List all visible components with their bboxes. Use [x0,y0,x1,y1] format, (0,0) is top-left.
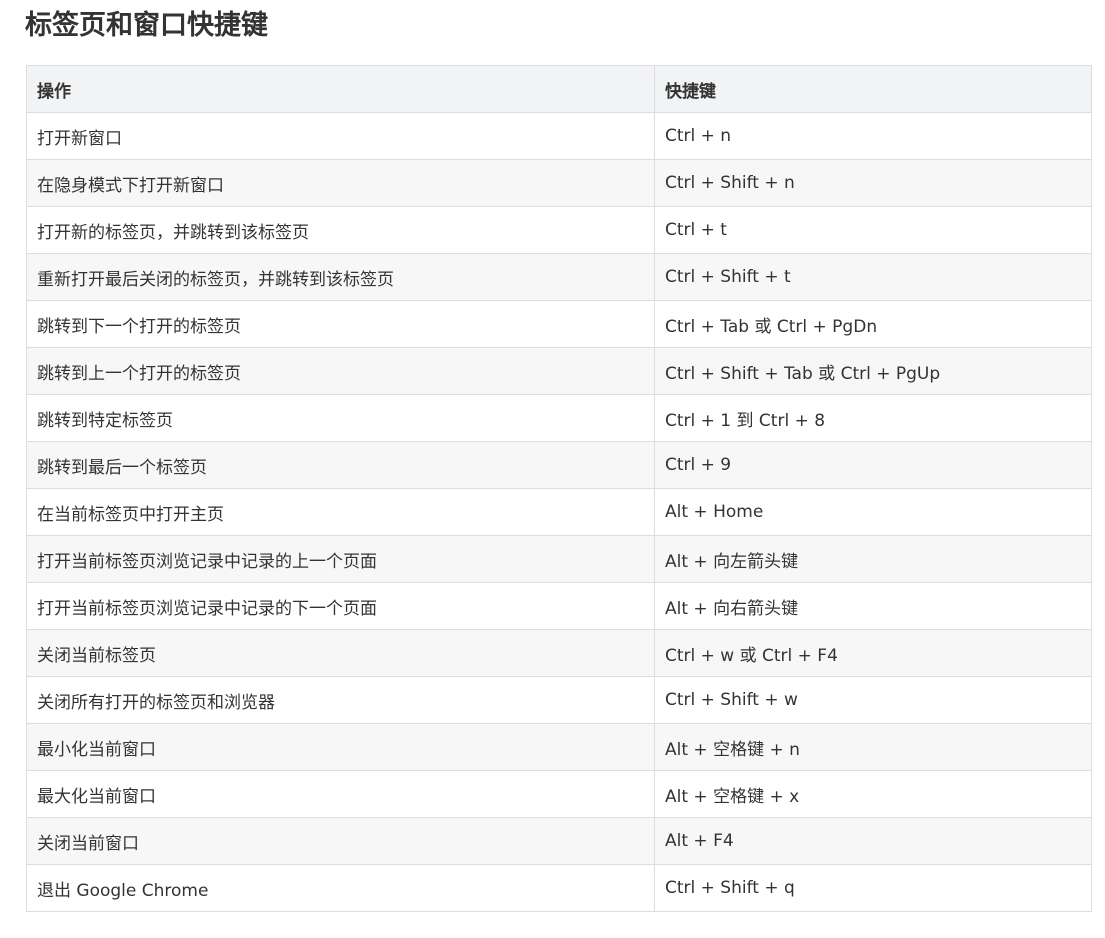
shortcut-cell: Ctrl + Shift + q [654,864,1092,912]
action-cell: 打开新窗口 [26,112,655,160]
shortcut-cell: Ctrl + Shift + t [654,253,1092,301]
shortcut-table: 操作 快捷键 打开新窗口 Ctrl + n 在隐身模式下打开新窗口 Ctrl +… [26,65,1092,912]
action-cell: 关闭当前标签页 [26,629,655,677]
table-row: 重新打开最后关闭的标签页，并跳转到该标签页 Ctrl + Shift + t [26,253,1092,301]
table-row: 跳转到特定标签页 Ctrl + 1 到 Ctrl + 8 [26,394,1092,442]
action-cell: 打开当前标签页浏览记录中记录的下一个页面 [26,582,655,630]
shortcut-cell: Alt + F4 [654,817,1092,865]
action-cell: 跳转到上一个打开的标签页 [26,347,655,395]
action-cell: 关闭所有打开的标签页和浏览器 [26,676,655,724]
action-cell: 最大化当前窗口 [26,770,655,818]
table-row: 关闭所有打开的标签页和浏览器 Ctrl + Shift + w [26,676,1092,724]
shortcut-cell: Ctrl + t [654,206,1092,254]
action-cell: 在隐身模式下打开新窗口 [26,159,655,207]
shortcut-cell: Ctrl + Tab 或 Ctrl + PgDn [654,300,1092,348]
shortcut-cell: Ctrl + 9 [654,441,1092,489]
table-header-row: 操作 快捷键 [26,65,1092,113]
shortcut-cell: Alt + 空格键 + n [654,723,1092,771]
table-row: 关闭当前窗口 Alt + F4 [26,817,1092,865]
action-cell: 跳转到特定标签页 [26,394,655,442]
shortcut-cell: Ctrl + 1 到 Ctrl + 8 [654,394,1092,442]
table-row: 最大化当前窗口 Alt + 空格键 + x [26,770,1092,818]
table-row: 跳转到上一个打开的标签页 Ctrl + Shift + Tab 或 Ctrl +… [26,347,1092,395]
table-row: 打开新窗口 Ctrl + n [26,112,1092,160]
shortcut-cell: Ctrl + Shift + n [654,159,1092,207]
action-cell: 退出 Google Chrome [26,864,655,912]
action-cell: 跳转到最后一个标签页 [26,441,655,489]
table-row: 打开当前标签页浏览记录中记录的下一个页面 Alt + 向右箭头键 [26,582,1092,630]
shortcut-cell: Alt + Home [654,488,1092,536]
column-header-shortcut: 快捷键 [654,65,1092,113]
shortcut-cell: Ctrl + w 或 Ctrl + F4 [654,629,1092,677]
shortcut-cell: Ctrl + Shift + w [654,676,1092,724]
table-row: 打开当前标签页浏览记录中记录的上一个页面 Alt + 向左箭头键 [26,535,1092,583]
table-row: 在隐身模式下打开新窗口 Ctrl + Shift + n [26,159,1092,207]
table-row: 关闭当前标签页 Ctrl + w 或 Ctrl + F4 [26,629,1092,677]
shortcut-cell: Alt + 向左箭头键 [654,535,1092,583]
shortcut-cell: Alt + 向右箭头键 [654,582,1092,630]
table-row: 最小化当前窗口 Alt + 空格键 + n [26,723,1092,771]
action-cell: 在当前标签页中打开主页 [26,488,655,536]
action-cell: 重新打开最后关闭的标签页，并跳转到该标签页 [26,253,655,301]
action-cell: 关闭当前窗口 [26,817,655,865]
table-row: 退出 Google Chrome Ctrl + Shift + q [26,864,1092,912]
table-row: 在当前标签页中打开主页 Alt + Home [26,488,1092,536]
page-title: 标签页和窗口快捷键 [25,10,268,41]
action-cell: 打开当前标签页浏览记录中记录的上一个页面 [26,535,655,583]
table-row: 跳转到最后一个标签页 Ctrl + 9 [26,441,1092,489]
action-cell: 跳转到下一个打开的标签页 [26,300,655,348]
action-cell: 打开新的标签页，并跳转到该标签页 [26,206,655,254]
column-header-action: 操作 [26,65,655,113]
table-row: 跳转到下一个打开的标签页 Ctrl + Tab 或 Ctrl + PgDn [26,300,1092,348]
table-row: 打开新的标签页，并跳转到该标签页 Ctrl + t [26,206,1092,254]
action-cell: 最小化当前窗口 [26,723,655,771]
shortcut-cell: Ctrl + n [654,112,1092,160]
shortcut-cell: Ctrl + Shift + Tab 或 Ctrl + PgUp [654,347,1092,395]
shortcut-cell: Alt + 空格键 + x [654,770,1092,818]
